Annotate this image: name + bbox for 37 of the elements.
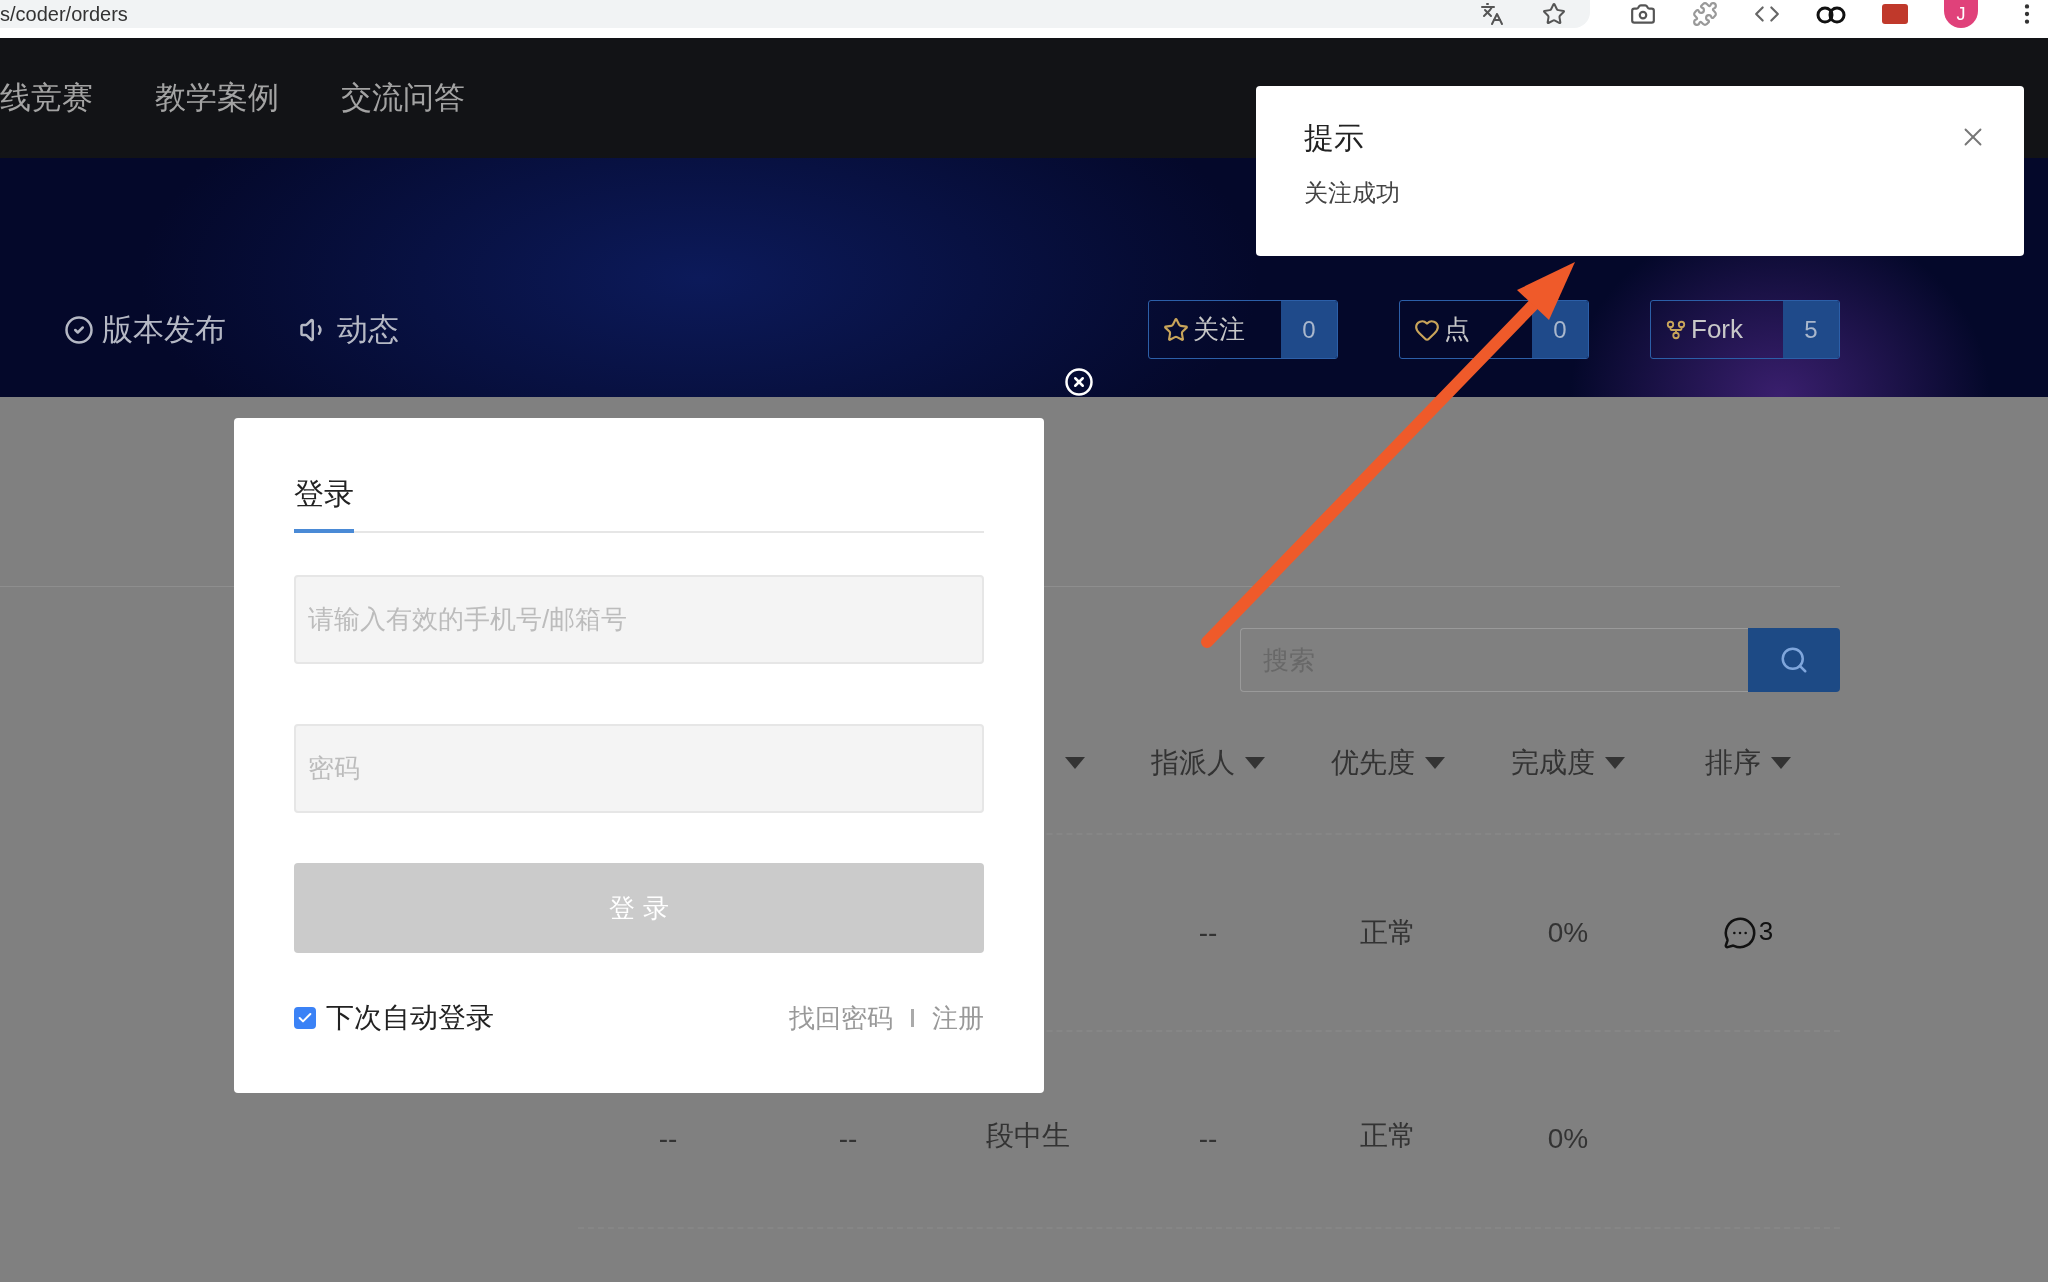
- action-count: 5: [1783, 301, 1839, 358]
- action-button[interactable]: 点 0: [1399, 300, 1589, 359]
- table-cell: --: [1198, 916, 1218, 949]
- action-count: 0: [1532, 301, 1588, 358]
- action-label: 点: [1444, 313, 1470, 346]
- banner-link[interactable]: 动态: [299, 308, 399, 351]
- table-cell: --: [838, 1123, 858, 1155]
- table-cell: --: [658, 1123, 678, 1155]
- toast-title: 提示: [1304, 120, 1364, 156]
- comment-count: 3: [1758, 915, 1774, 947]
- url-text: s/coder/orders: [0, 4, 128, 24]
- address-bar[interactable]: s/coder/orders: [0, 0, 1590, 28]
- table-cell: 0%: [1547, 916, 1589, 949]
- toast-message: 关注成功: [1304, 178, 1401, 208]
- password-field[interactable]: 密码: [294, 724, 984, 813]
- action-label: 关注: [1193, 313, 1245, 346]
- banner-link[interactable]: 版本发布: [64, 308, 226, 351]
- table-cell: 0%: [1547, 1123, 1589, 1155]
- action-button[interactable]: 关注 0: [1148, 300, 1338, 359]
- nav-link[interactable]: 线竞赛: [0, 77, 93, 119]
- action-button[interactable]: Fork 5: [1650, 300, 1840, 359]
- column-title: 优先度: [1331, 745, 1415, 780]
- nav-link[interactable]: 教学案例: [155, 77, 279, 119]
- table-cell: --: [1198, 1123, 1218, 1155]
- profile-avatar[interactable]: J: [1944, 0, 1978, 28]
- column-title: 排序: [1705, 745, 1761, 780]
- login-tab[interactable]: 登录: [294, 474, 354, 533]
- table-cell-text: 段中生: [986, 1119, 1070, 1153]
- action-count: 0: [1281, 301, 1337, 358]
- column-title: 完成度: [1511, 745, 1595, 780]
- table-cell-text: 正常: [1360, 915, 1416, 950]
- action-label: Fork: [1691, 314, 1743, 345]
- nav-link[interactable]: 交流问答: [341, 77, 465, 119]
- checkbox-label: 下次自动登录: [326, 1001, 494, 1035]
- table-cell-text: 正常: [1360, 1119, 1416, 1153]
- column-title: 指派人: [1151, 745, 1235, 780]
- phone-field[interactable]: 请输入有效的手机号/邮箱号: [294, 575, 984, 664]
